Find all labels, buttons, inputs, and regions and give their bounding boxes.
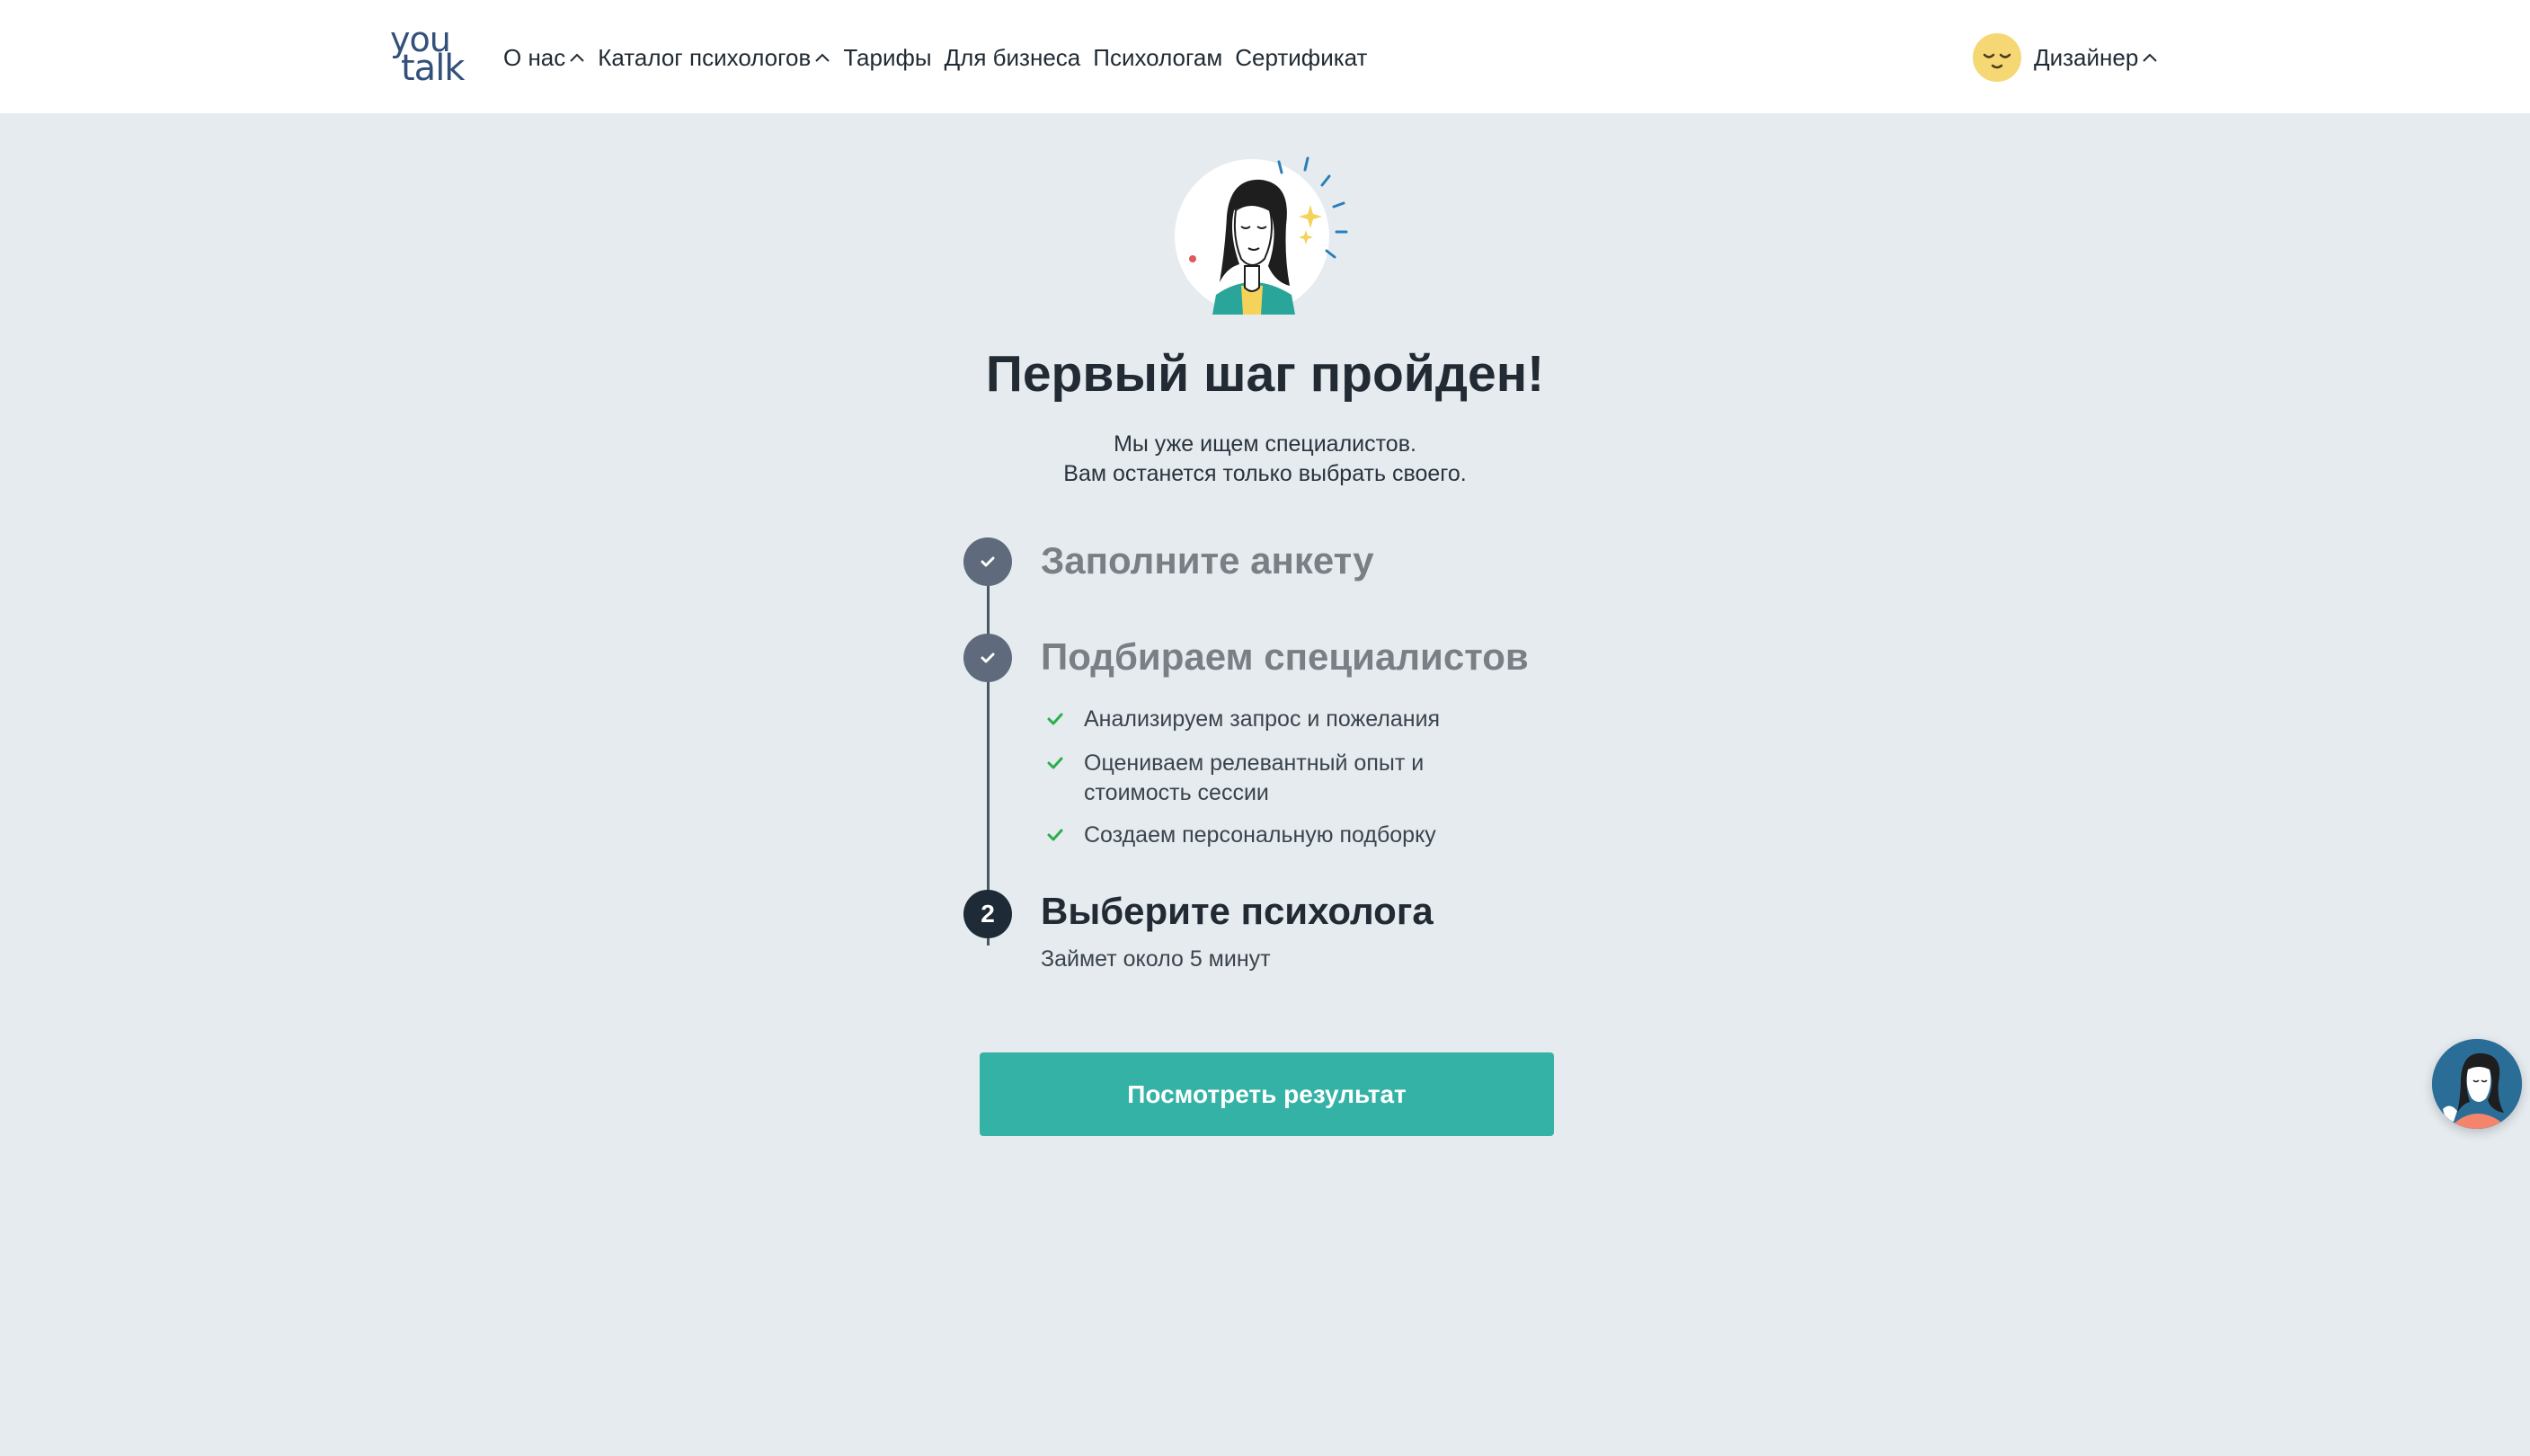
check-icon (1047, 757, 1063, 769)
step-title: Выберите психолога (1041, 890, 1434, 932)
step-title: Подбираем специалистов (1041, 635, 1529, 678)
top-navigation-bar: you talk О нас Каталог психологов Тарифы… (0, 0, 2530, 113)
step-title: Заполните анкету (1041, 539, 1374, 582)
progress-steps: Заполните анкету Подбираем специалистов … (963, 537, 1575, 987)
avatar (1973, 33, 2021, 82)
nav-item-label: Для бизнеса (944, 43, 1081, 71)
check-icon (1047, 713, 1063, 725)
user-menu[interactable]: Дизайнер (1973, 32, 2158, 83)
step-note: Займет около 5 минут (1041, 946, 1271, 972)
step-done-indicator (963, 634, 1012, 682)
chevron-up-icon (2143, 53, 2158, 62)
list-item: Анализируем запрос и пожелания (1044, 705, 1461, 734)
list-item-text: Анализируем запрос и пожелания (1084, 706, 1441, 732)
list-item-text: Оцениваем релевантный опыт и стоимость с… (1084, 750, 1425, 805)
main-nav: О нас Каталог психологов Тарифы Для бизн… (503, 40, 1380, 75)
subtitle-line: Мы уже ищем специалистов. (1114, 431, 1416, 457)
woman-illustration (1164, 151, 1362, 322)
list-item: Создаем персональную подборку (1044, 821, 1461, 850)
steps-connector-line (987, 564, 990, 946)
step-done-indicator (963, 537, 1012, 586)
nav-item-catalog[interactable]: Каталог психологов (598, 44, 830, 72)
logo-line-2: talk (401, 48, 465, 89)
support-avatar-icon[interactable] (2432, 1039, 2522, 1129)
subtitle-line: Вам останется только выбрать своего. (1063, 461, 1467, 486)
nav-item-certificate[interactable]: Сертификат (1235, 44, 1367, 72)
chevron-up-icon (815, 53, 830, 62)
check-icon (981, 653, 995, 663)
list-item-text: Создаем персональную подборку (1084, 822, 1436, 848)
page-subtitle: Мы уже ищем специалистов. Вам останется … (0, 430, 2530, 489)
nav-item-label: Тарифы (843, 43, 932, 71)
nav-item-label: Психологам (1093, 43, 1223, 71)
youtalk-logo[interactable]: you talk (388, 22, 475, 89)
nav-item-label: Каталог психологов (598, 43, 812, 71)
user-name: Дизайнер (2034, 43, 2139, 71)
check-icon (1047, 829, 1063, 841)
sleepy-face-icon (1983, 53, 2011, 69)
nav-item-about[interactable]: О нас (503, 44, 585, 72)
view-result-button[interactable]: Посмотреть результат (980, 1052, 1554, 1136)
step-number-badge: 2 (963, 890, 1012, 938)
page-title: Первый шаг пройден! (985, 345, 1545, 403)
list-item: Оцениваем релевантный опыт и стоимость с… (1044, 749, 1461, 808)
nav-item-label: Сертификат (1235, 43, 1368, 71)
nav-item-tariffs[interactable]: Тарифы (843, 44, 931, 72)
nav-item-for-psychologists[interactable]: Психологам (1093, 44, 1222, 72)
chevron-up-icon (570, 53, 584, 62)
nav-item-business[interactable]: Для бизнеса (945, 44, 1081, 72)
nav-item-label: О нас (503, 43, 566, 71)
check-icon (981, 556, 995, 567)
